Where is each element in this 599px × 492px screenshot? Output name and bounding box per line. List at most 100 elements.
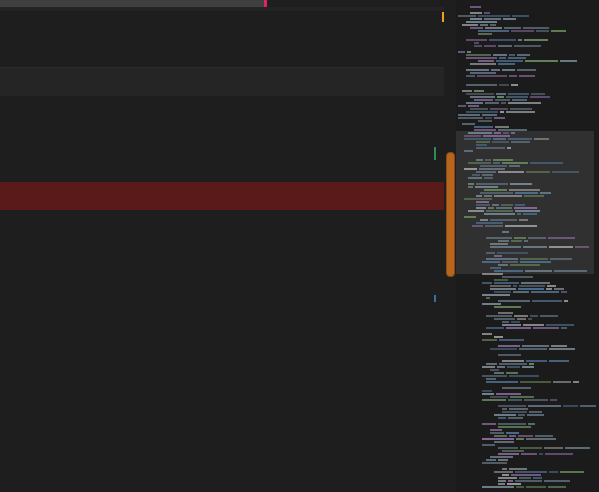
minimap-code-line (486, 210, 513, 212)
minimap-code-line (510, 183, 532, 185)
minimap-code-line (480, 192, 513, 194)
minimap-code-line (466, 111, 498, 113)
minimap-code-line (506, 432, 519, 434)
code-editor[interactable] (0, 0, 456, 492)
minimap-code-line (482, 303, 501, 305)
minimap-code-line (526, 486, 546, 488)
minimap-code-line (508, 480, 513, 482)
minimap-code-line (490, 24, 496, 26)
minimap-code-line (520, 447, 542, 449)
minimap-code-line (468, 132, 492, 134)
minimap-code-line (547, 285, 556, 287)
minimap-code-line (533, 477, 542, 479)
minimap-code-line (508, 399, 522, 401)
minimap-code-line (502, 276, 533, 278)
minimap-code-line (494, 306, 521, 308)
minimap-code-line (523, 246, 547, 248)
minimap-code-line (498, 45, 512, 47)
minimap-code-line (519, 348, 547, 350)
minimap-code-line (539, 453, 543, 455)
git-modified-marker (434, 295, 436, 302)
minimap-code-line (494, 318, 515, 320)
minimap-code-line (482, 294, 510, 296)
minimap-code-line (510, 108, 532, 110)
minimap-code-line (540, 315, 558, 317)
minimap-code-line (502, 261, 518, 263)
minimap-code-line (509, 189, 540, 191)
minimap-code-line (550, 258, 572, 260)
git-added-marker (434, 147, 436, 160)
minimap-code-line (485, 159, 491, 161)
minimap-code-line (516, 438, 524, 440)
minimap-code-line (496, 393, 521, 395)
minimap-code-line (546, 324, 574, 326)
minimap-code-line (549, 246, 573, 248)
minimap-code-line (470, 18, 482, 20)
minimap-code-line (560, 60, 577, 62)
minimap-code-line (515, 210, 540, 212)
minimap-code-line (490, 285, 511, 287)
minimap-code-line (458, 15, 476, 17)
minimap-code-line (561, 327, 567, 329)
minimap[interactable] (456, 0, 599, 492)
minimap-code-line (523, 27, 549, 29)
minimap-code-line (513, 285, 517, 287)
minimap-code-line (466, 54, 491, 56)
minimap-code-line (482, 462, 507, 464)
minimap-code-line (485, 117, 492, 119)
minimap-code-line (486, 252, 495, 254)
minimap-code-line (494, 282, 519, 284)
minimap-code-line (476, 141, 490, 143)
minimap-code-line (466, 21, 497, 23)
minimap-code-line (468, 105, 479, 107)
minimap-code-line (519, 285, 545, 287)
minimap-code-line (464, 216, 476, 218)
minimap-code-line (498, 300, 530, 302)
minimap-code-line (498, 423, 526, 425)
minimap-code-line (470, 12, 482, 14)
minimap-code-line (494, 132, 501, 134)
minimap-code-line (494, 471, 513, 473)
minimap-code-line (526, 360, 547, 362)
minimap-code-line (482, 273, 503, 275)
minimap-code-line (458, 114, 480, 116)
minimap-code-line (479, 168, 505, 170)
minimap-code-line (502, 360, 524, 362)
minimap-code-line (478, 30, 509, 32)
minimap-code-line (466, 39, 487, 41)
minimap-code-line (502, 231, 509, 233)
minimap-code-line (482, 333, 492, 335)
minimap-code-line (484, 213, 515, 215)
minimap-code-line (511, 474, 541, 476)
minimap-code-line (515, 204, 525, 206)
minimap-code-line (492, 141, 509, 143)
minimap-code-line (520, 381, 551, 383)
minimap-code-line (482, 393, 494, 395)
horizontal-scrollbar[interactable] (0, 0, 266, 7)
minimap-code-line (494, 336, 503, 338)
minimap-code-line (522, 345, 549, 347)
minimap-code-line (549, 471, 558, 473)
minimap-code-line (484, 18, 501, 20)
minimap-code-line (504, 27, 521, 29)
minimap-code-line (482, 390, 492, 392)
minimap-code-line (488, 207, 494, 209)
minimap-code-line (509, 375, 539, 377)
minimap-code-line (552, 171, 579, 173)
minimap-code-line (494, 414, 516, 416)
minimap-code-line (474, 126, 493, 128)
minimap-code-line (575, 246, 589, 248)
minimap-code-line (554, 270, 587, 272)
minimap-code-line (534, 138, 549, 140)
minimap-code-line (490, 429, 502, 431)
minimap-code-line (478, 60, 494, 62)
minimap-code-line (467, 51, 471, 53)
minimap-code-line (485, 27, 502, 29)
minimap-code-line (515, 192, 538, 194)
minimap-code-line (506, 372, 518, 374)
minimap-code-line (468, 183, 474, 185)
vertical-scrollbar-thumb[interactable] (446, 152, 455, 277)
minimap-code-line (535, 435, 553, 437)
minimap-code-line (462, 24, 478, 26)
minimap-code-line (540, 192, 551, 194)
